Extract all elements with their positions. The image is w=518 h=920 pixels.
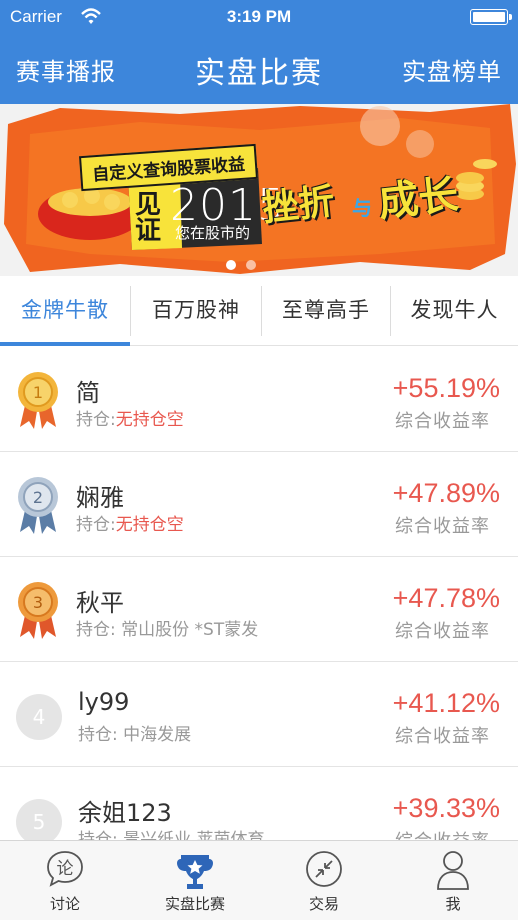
tabbar-label: 讨论 xyxy=(49,895,80,913)
discussion-icon: 论 xyxy=(47,851,83,887)
return-rate: +55.19% xyxy=(392,373,500,403)
trade-icon xyxy=(306,851,342,887)
tabbar-me[interactable]: 我 xyxy=(388,841,518,920)
svg-text:论: 论 xyxy=(57,859,74,879)
trader-name: 娴雅 xyxy=(76,484,124,512)
holdings: 持仓: 景兴纸业 莱茵体育 xyxy=(78,830,265,840)
tab-millionaire-traders[interactable]: 百万股神 xyxy=(131,276,261,346)
holdings: 持仓: 常山股份 *ST蒙发 xyxy=(76,620,259,640)
active-tab-indicator xyxy=(0,342,130,346)
status-bar: Carrier 3:19 PM xyxy=(0,0,518,34)
ranking-row[interactable]: 5 余姐123 持仓: 景兴纸业 莱茵体育 +39.33% 综合收益率 xyxy=(0,767,518,840)
ranking-row[interactable]: 3 秋平 持仓: 常山股份 *ST蒙发 +47.78% 综合收益率 xyxy=(0,557,518,662)
tabbar-live-match[interactable]: 实盘比赛 xyxy=(130,841,260,920)
svg-text:2: 2 xyxy=(33,488,43,507)
return-rate-label: 综合收益率 xyxy=(395,827,490,840)
svg-text:1: 1 xyxy=(33,383,43,402)
return-rate: +47.89% xyxy=(392,478,500,508)
person-icon xyxy=(437,851,469,890)
rank-badge: 5 xyxy=(16,799,62,840)
trader-name: 简 xyxy=(76,379,100,407)
screen: Carrier 3:19 PM 赛事播报 实盘比赛 实盘榜单 自定义查询股票收益… xyxy=(0,0,518,920)
return-rate: +41.12% xyxy=(392,688,500,718)
trader-name: 余姐123 xyxy=(78,799,172,827)
svg-text:3: 3 xyxy=(33,593,43,612)
tabbar-label: 实盘比赛 xyxy=(164,895,225,913)
ranking-row[interactable]: 4 ly99 持仓: 中海发展 +41.12% 综合收益率 xyxy=(0,662,518,767)
bottom-tab-bar: 论 讨论 实盘比赛 交易 我 xyxy=(0,840,518,920)
tabbar-discussion[interactable]: 论 讨论 xyxy=(0,841,130,920)
return-rate-label: 综合收益率 xyxy=(395,411,490,432)
rank-badge: 4 xyxy=(16,694,62,740)
ranking-row[interactable]: 2 娴雅 持仓:无持仓空 +47.89% 综合收益率 xyxy=(0,452,518,557)
gold-medal-icon: 1 xyxy=(18,372,58,429)
tab-gold-traders[interactable]: 金牌牛散 xyxy=(0,276,130,346)
tabbar-trade[interactable]: 交易 xyxy=(259,841,389,920)
tabbar-label: 我 xyxy=(445,895,461,913)
return-rate: +39.33% xyxy=(392,793,500,823)
category-tabs: 金牌牛散 百万股神 至尊高手 发现牛人 xyxy=(0,276,518,346)
tabbar-label: 交易 xyxy=(308,895,339,913)
clock: 3:19 PM xyxy=(226,7,292,26)
trader-name: 秋平 xyxy=(76,589,124,617)
trophy-icon xyxy=(177,855,213,889)
return-rate: +47.78% xyxy=(392,583,500,613)
ranking-row[interactable]: 1 简 持仓:无持仓空 +55.19% 综合收益率 xyxy=(0,347,518,452)
return-rate-label: 综合收益率 xyxy=(395,726,490,747)
tab-discover-traders[interactable]: 发现牛人 xyxy=(391,276,518,346)
banner-char-jian: 见证 xyxy=(135,190,162,246)
banner-headline-and: 与 xyxy=(352,196,372,220)
holdings: 持仓:无持仓空 xyxy=(76,515,184,535)
promo-banner[interactable]: 自定义查询股票收益 见证 2015 您在股市的 挫折 与 成长 xyxy=(0,104,518,276)
tab-supreme-traders[interactable]: 至尊高手 xyxy=(262,276,390,346)
ranking-list: 1 简 持仓:无持仓空 +55.19% 综合收益率 2 娴雅 持仓:无持仓空 +… xyxy=(0,347,518,840)
page-dot xyxy=(246,260,256,270)
battery-icon xyxy=(470,9,512,25)
silver-medal-icon: 2 xyxy=(18,477,58,534)
bronze-medal-icon: 3 xyxy=(18,582,58,639)
banner-headline-1: 挫折 xyxy=(260,181,337,230)
return-rate-label: 综合收益率 xyxy=(395,621,490,642)
return-rate-label: 综合收益率 xyxy=(395,516,490,537)
banner-subtitle: 您在股市的 xyxy=(175,224,251,242)
banner-headline-2: 成长 xyxy=(376,171,461,227)
holdings: 持仓:无持仓空 xyxy=(76,410,184,430)
holdings: 持仓: 中海发展 xyxy=(78,725,192,745)
page-dot-active xyxy=(226,260,236,270)
header-bar: Carrier 3:19 PM 赛事播报 实盘比赛 实盘榜单 xyxy=(0,0,518,104)
leaderboard-button[interactable]: 实盘榜单 xyxy=(402,52,502,87)
trader-name: ly99 xyxy=(78,688,130,716)
